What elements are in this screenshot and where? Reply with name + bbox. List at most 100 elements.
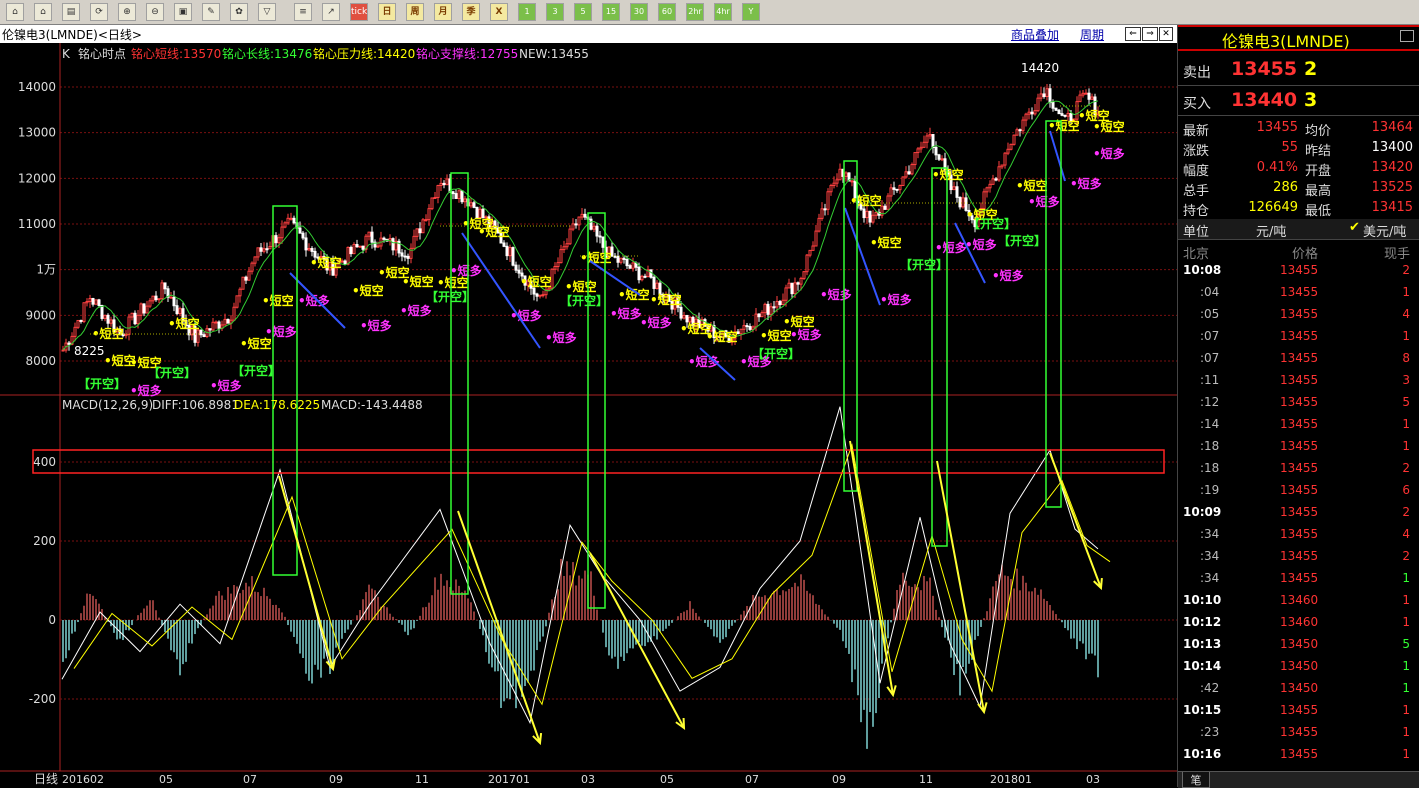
indicator-short-line: 铭心短线:13570 xyxy=(131,46,221,61)
candle-body xyxy=(79,319,83,322)
candle-body xyxy=(433,196,437,199)
minute-button-3[interactable]: 3 xyxy=(546,3,564,21)
trend-icon[interactable]: ↗ xyxy=(322,3,340,21)
quote-title: 伦镍电3(LMNDE) xyxy=(1222,32,1350,51)
tick-volume: 6 xyxy=(1402,483,1410,497)
candle-body xyxy=(1009,143,1013,150)
candle-body xyxy=(907,171,911,175)
pen-icon[interactable]: ✎ xyxy=(202,3,220,21)
quote-panel-toggle-button[interactable] xyxy=(1400,30,1414,42)
period-button-3[interactable]: 季 xyxy=(462,3,480,21)
filter-icon[interactable]: ▽ xyxy=(258,3,276,21)
ticks-list: 10:08 13455 2:04 13455 1:05 13455 4:07 13455 1:0… xyxy=(1178,262,1419,768)
minute-button-30[interactable]: 30 xyxy=(630,3,648,21)
period-button-0[interactable]: 日 xyxy=(378,3,396,21)
refresh-icon[interactable]: ⟳ xyxy=(90,3,108,21)
minute-button-4hr[interactable]: 4hr xyxy=(714,3,732,21)
paint-icon[interactable]: ✿ xyxy=(230,3,248,21)
open-short-label: 【开空】 xyxy=(998,233,1046,248)
candle-body xyxy=(829,184,833,193)
unit-usd-option[interactable]: 美元/吨 xyxy=(1363,221,1406,240)
candle-body xyxy=(451,191,455,195)
folder-icon[interactable]: ▤ xyxy=(62,3,80,21)
candle-body xyxy=(553,266,557,270)
minute-button-5[interactable]: 5 xyxy=(574,3,592,21)
tick-row: :11 13455 3 xyxy=(1178,372,1419,394)
kline-chart[interactable]: 14000 13000 12000 11000 1万 9000 8000 400 200 0 -20… xyxy=(0,43,1177,787)
unit-cny-option[interactable]: 元/吨 xyxy=(1256,221,1286,240)
stat-label: 均价 xyxy=(1305,124,1332,139)
tick-volume: 5 xyxy=(1402,637,1410,651)
candle-body xyxy=(226,318,230,324)
tick-time: 10:08 xyxy=(1183,263,1222,277)
candle-body xyxy=(406,255,410,259)
candle-body xyxy=(352,244,356,255)
candle-body xyxy=(925,135,929,143)
stat-value: 0.41% xyxy=(1256,160,1298,175)
zoom-out-icon[interactable]: ⊖ xyxy=(146,3,164,21)
tick-price: 13455 xyxy=(1280,703,1319,717)
macd-diff: DIFF:106.8981 xyxy=(152,398,239,412)
tick-time: :07 xyxy=(1200,329,1220,343)
link-period[interactable]: 周期 xyxy=(1080,26,1104,43)
tick-volume: 1 xyxy=(1402,329,1410,343)
minute-button-2hr[interactable]: 2hr xyxy=(686,3,704,21)
minute-button-1[interactable]: 1 xyxy=(518,3,536,21)
long-signal-label: •短多 xyxy=(298,293,330,308)
buy-volume: 3 xyxy=(1304,89,1318,111)
macd-tick-label: 200 xyxy=(33,534,56,548)
candle-body xyxy=(148,300,152,307)
period-button-4[interactable]: X xyxy=(490,3,508,21)
candle-body xyxy=(136,314,140,325)
sell-volume: 2 xyxy=(1304,58,1318,80)
link-commodity-overlay[interactable]: 商品叠加 xyxy=(1011,26,1059,43)
close-chart-button[interactable]: ✕ xyxy=(1159,27,1173,41)
candle-body xyxy=(562,246,566,251)
tick-chart-button[interactable]: tick xyxy=(350,3,368,21)
tick-time: 10:12 xyxy=(1183,615,1222,629)
ticks-header: 北京 价格 现手 xyxy=(1178,241,1419,262)
nav-left-button[interactable]: ⇐ xyxy=(1125,27,1141,41)
candle-body xyxy=(1021,119,1025,132)
tick-row: :18 13455 1 xyxy=(1178,438,1419,460)
candle-body xyxy=(763,303,767,314)
candle-body xyxy=(298,227,302,234)
tick-time: :23 xyxy=(1200,725,1220,739)
candle-body xyxy=(754,313,758,328)
candle-body xyxy=(61,349,65,352)
candle-body xyxy=(937,154,941,160)
period-button-1[interactable]: 周 xyxy=(406,3,424,21)
candle-body xyxy=(1063,114,1067,117)
tick-volume: 1 xyxy=(1402,571,1410,585)
candle-body xyxy=(793,282,797,295)
candle-body xyxy=(346,246,350,265)
stats-row: 涨跌 55 昨结 13400 xyxy=(1178,139,1419,159)
candle-body xyxy=(868,210,872,223)
tick-row: 10:12 13460 1 xyxy=(1178,614,1419,636)
home-icon[interactable]: ⌂ xyxy=(6,3,24,21)
short-signal-label: •短空 xyxy=(1016,178,1048,193)
candle-body xyxy=(811,245,815,251)
window-icon[interactable]: ▣ xyxy=(174,3,192,21)
candle-body xyxy=(916,148,920,154)
nav-right-button[interactable]: ⇒ xyxy=(1142,27,1158,41)
candle-body xyxy=(871,214,875,223)
tick-price: 13455 xyxy=(1280,725,1319,739)
list-icon[interactable]: ≡ xyxy=(294,3,312,21)
candle-body xyxy=(580,213,584,218)
x-axis-label: 日线 xyxy=(34,772,58,786)
minute-button-60[interactable]: 60 xyxy=(658,3,676,21)
tick-price: 13455 xyxy=(1280,351,1319,365)
candle-body xyxy=(790,282,794,295)
house-icon[interactable]: ⌂ xyxy=(34,3,52,21)
minute-button-Y[interactable]: Y xyxy=(742,3,760,21)
open-short-label: 【开空】 xyxy=(148,365,196,380)
indicator-new: NEW:13455 xyxy=(519,47,589,61)
long-signal-label: •短多 xyxy=(265,324,297,339)
period-button-2[interactable]: 月 xyxy=(434,3,452,21)
footer-tab[interactable]: 笔 xyxy=(1182,772,1210,788)
candle-body xyxy=(919,146,923,150)
candle-body xyxy=(172,296,176,307)
minute-button-15[interactable]: 15 xyxy=(602,3,620,21)
zoom-in-icon[interactable]: ⊕ xyxy=(118,3,136,21)
